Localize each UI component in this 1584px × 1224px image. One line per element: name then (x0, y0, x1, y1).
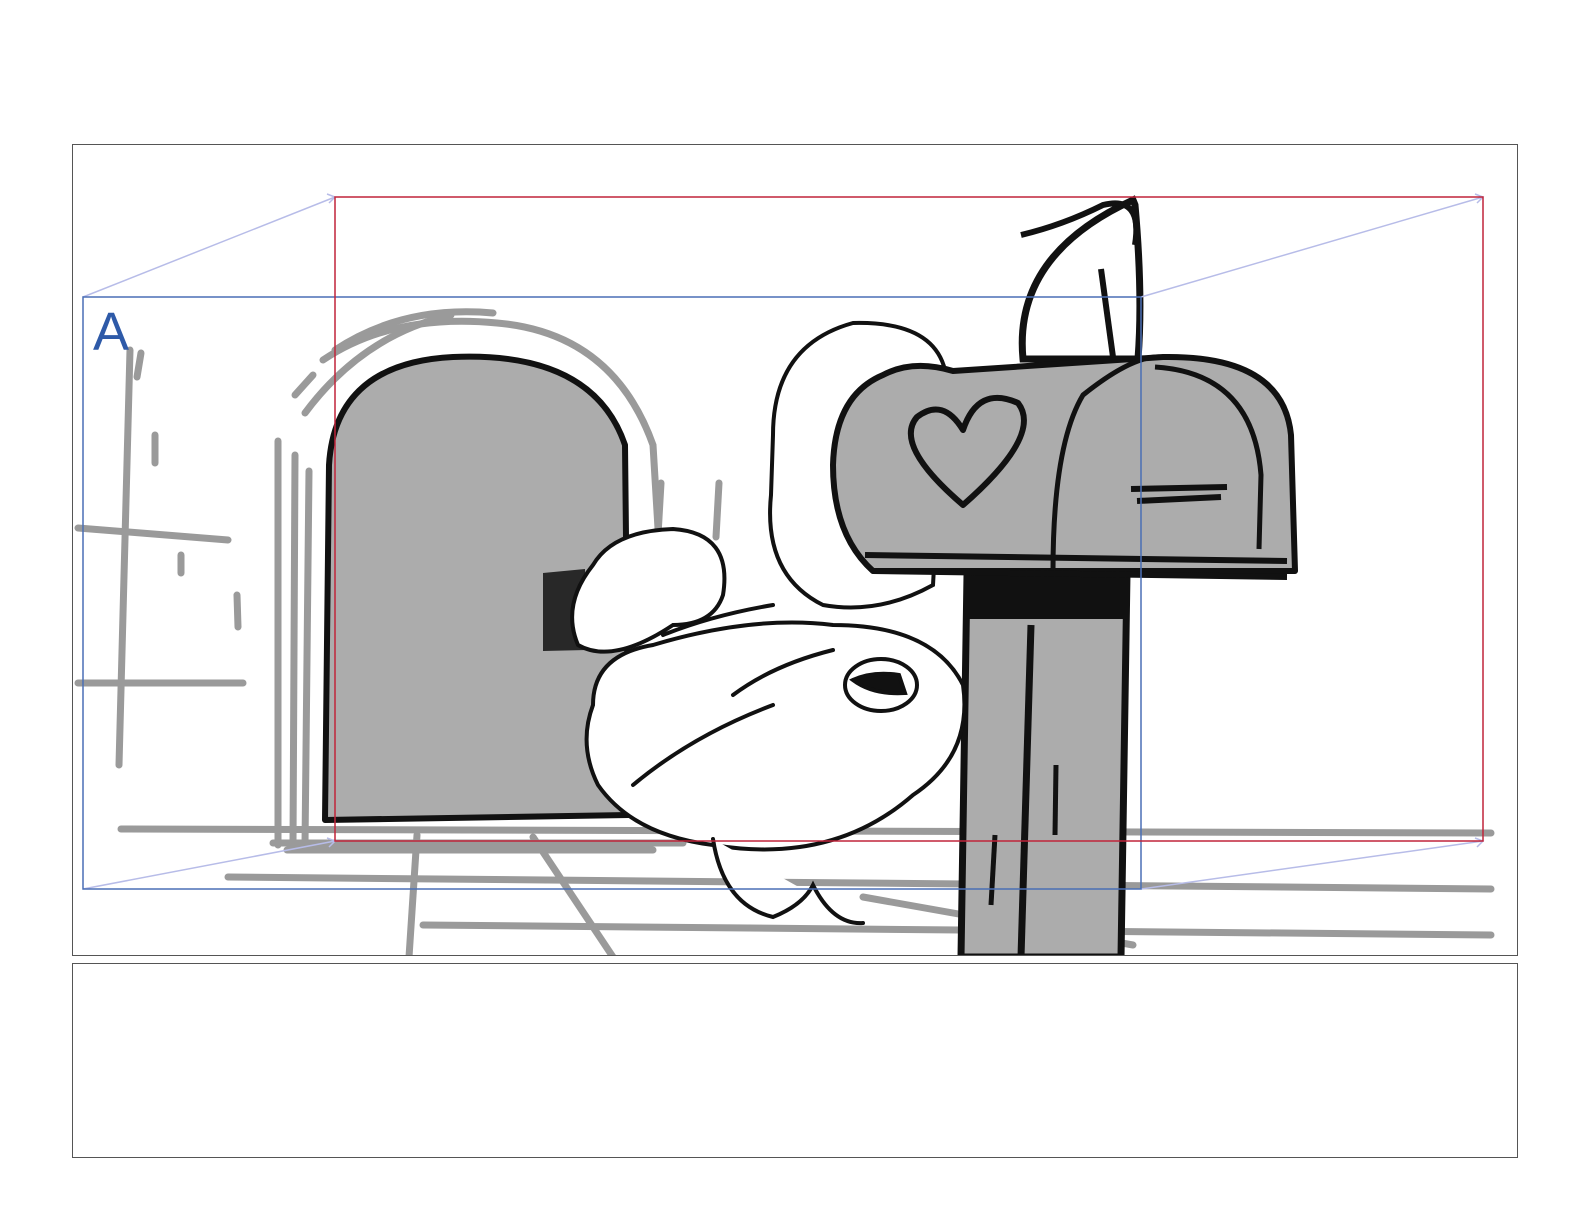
storyboard-notes-box[interactable] (72, 963, 1518, 1158)
storyboard-panel: A (72, 144, 1518, 956)
storyboard-page: A (0, 0, 1584, 1224)
frame-label-a: A (93, 302, 130, 362)
panel-sketch-drawing (74, 193, 1495, 955)
mailbox (830, 195, 1298, 580)
mailbox-post (957, 569, 1131, 955)
